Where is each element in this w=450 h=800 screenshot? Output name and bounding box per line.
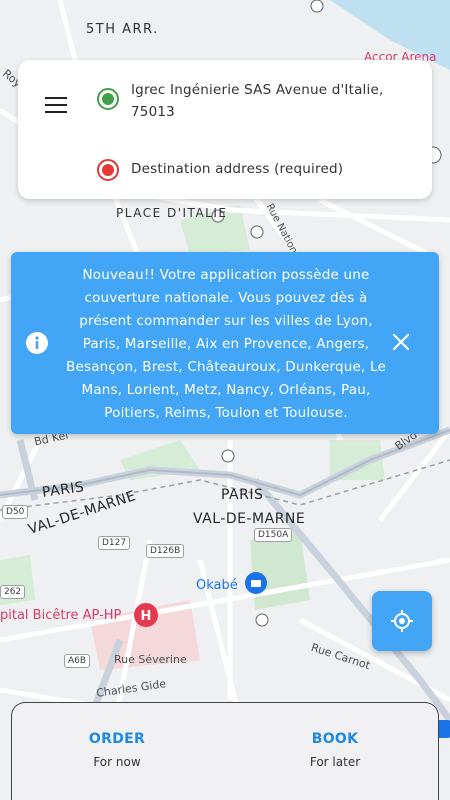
road-shield-a6b: A6B [64, 654, 91, 668]
book-subtitle: For later [309, 755, 361, 769]
map-label-rue-severine: Rue Séverine [114, 653, 187, 666]
book-button[interactable]: BOOK For later [260, 731, 410, 769]
svg-text:H: H [141, 609, 152, 624]
road-shield-d150a: D150A [254, 528, 293, 542]
menu-button[interactable] [45, 97, 69, 117]
road-shield-d127: D127 [98, 536, 131, 550]
info-banner: Nouveau!! Votre application possède une … [11, 252, 439, 434]
bottom-action-panel: ORDER For now BOOK For later [11, 702, 439, 800]
map-label-hospital: pital Bicêtre AP-HP [0, 608, 122, 623]
road-shield-d126b: D126B [146, 544, 185, 558]
destination-marker-icon [97, 159, 119, 181]
map-label-okabe: Okabé [196, 578, 238, 593]
locate-icon [391, 610, 413, 632]
close-icon[interactable] [391, 332, 411, 356]
road-shield-262: 262 [0, 585, 26, 599]
locate-me-button[interactable] [372, 591, 432, 651]
order-title: ORDER [88, 731, 146, 747]
banner-message: Nouveau!! Votre application possède une … [66, 267, 386, 421]
book-title: BOOK [311, 731, 359, 747]
map-label-place-italie: PLACE D'ITALIE [116, 206, 228, 220]
road-shield-d50: D50 [2, 505, 29, 519]
order-subtitle: For now [93, 755, 141, 769]
info-icon [26, 332, 48, 358]
origin-marker-icon [97, 88, 119, 110]
destination-address-field[interactable]: Destination address (required) [131, 161, 343, 177]
map-label-5th-arr: 5TH ARR. [86, 22, 159, 37]
map-label-vdm-mid: VAL-DE-MARNE [193, 511, 306, 527]
order-button[interactable]: ORDER For now [42, 731, 192, 769]
address-card: Igrec Ingénierie SAS Avenue d'Italie, 75… [18, 60, 432, 199]
map-label-paris-mid: PARIS [221, 487, 264, 503]
origin-address-field[interactable]: Igrec Ingénierie SAS Avenue d'Italie, 75… [131, 79, 411, 123]
